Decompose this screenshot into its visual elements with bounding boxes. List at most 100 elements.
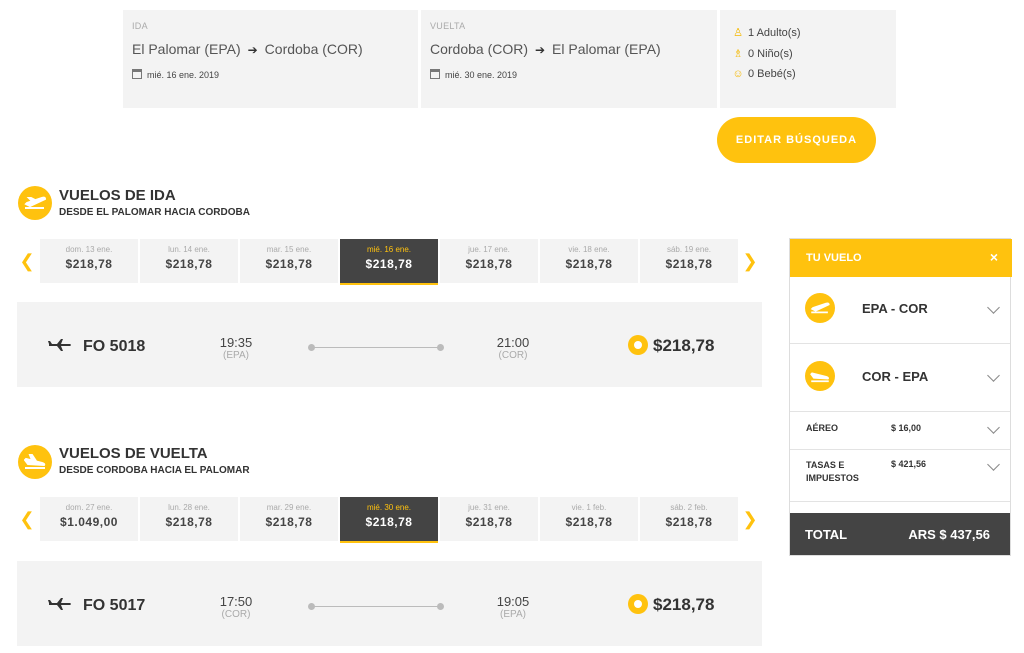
departure-time: 19:35 <box>219 335 253 350</box>
outbound-date-option[interactable]: dom. 13 ene. $218,78 <box>40 239 138 283</box>
return-flight-card[interactable]: FO 5017 17:50 (COR) 19:05 (EPA) $218,78 <box>17 561 762 646</box>
total-label: TOTAL <box>805 527 848 542</box>
date-option-day: mar. 15 ene. <box>266 245 312 254</box>
arrival-airport: (EPA) <box>500 609 526 620</box>
close-icon[interactable]: × <box>990 249 998 265</box>
children-icon: ♗ <box>733 48 743 60</box>
date-option-day: dom. 13 ene. <box>65 245 113 254</box>
return-search-panel: VUELTA Cordoba (COR) ➔ El Palomar (EPA) mi… <box>421 10 717 108</box>
date-option-day: vie. 18 ene. <box>568 245 610 254</box>
outbound-prev-dates-button[interactable]: ❮ <box>17 238 37 284</box>
outbound-date-option[interactable]: jue. 17 ene. $218,78 <box>440 239 538 283</box>
outbound-route: El Palomar (EPA) ➔ Cordoba (COR) <box>132 41 363 57</box>
outbound-date-option[interactable]: sáb. 19 ene. $218,78 <box>640 239 738 283</box>
summary-total: TOTAL ARS $ 437,56 <box>790 513 1010 555</box>
date-option-price: $218,78 <box>165 515 213 529</box>
return-origin: Cordoba (COR) <box>430 41 529 57</box>
outbound-date-option[interactable]: lun. 14 ene. $218,78 <box>140 239 238 283</box>
return-label: VUELTA <box>430 21 466 31</box>
date-option-day: dom. 27 ene. <box>65 503 113 512</box>
air-value: $ 16,00 <box>891 423 922 433</box>
outbound-search-panel: IDA El Palomar (EPA) ➔ Cordoba (COR) mié. … <box>123 10 418 108</box>
return-date-option[interactable]: lun. 28 ene. $218,78 <box>140 497 238 541</box>
outbound-date: mié. 16 ene. 2019 <box>132 69 219 80</box>
arrow-right-icon: ➔ <box>535 43 546 57</box>
route-end-dot <box>437 603 444 610</box>
outbound-flight-number: FO 5018 <box>83 338 146 355</box>
plane-icon <box>48 598 71 610</box>
summary-taxes-row[interactable]: TASAS E IMPUESTOS $ 421,56 <box>790 449 1010 502</box>
taxes-label: TASAS E IMPUESTOS <box>806 459 859 485</box>
departure-airport: (COR) <box>221 609 251 620</box>
segment-route-label: COR - EPA <box>862 369 929 384</box>
return-arrival: 19:05 (EPA) <box>483 594 543 620</box>
outbound-destination: Cordoba (COR) <box>264 41 363 57</box>
return-date: mié. 30 ene. 2019 <box>430 69 517 80</box>
infants-count: ☺ 0 Bebé(s) <box>732 68 796 80</box>
return-date-option[interactable]: vie. 1 feb. $218,78 <box>540 497 638 541</box>
date-option-price: $218,78 <box>365 515 413 529</box>
return-flight-price: $218,78 <box>653 595 715 614</box>
takeoff-icon <box>805 293 835 323</box>
chevron-down-icon[interactable] <box>987 458 1000 471</box>
outbound-date-option[interactable]: vie. 18 ene. $218,78 <box>540 239 638 283</box>
return-fare-radio[interactable] <box>628 594 648 614</box>
departure-airport: (EPA) <box>223 350 249 361</box>
return-date-option[interactable]: jue. 31 ene. $218,78 <box>440 497 538 541</box>
return-date-option[interactable]: dom. 27 ene. $1.049,00 <box>40 497 138 541</box>
infants-text: 0 Bebé(s) <box>748 68 796 80</box>
taxes-label-line2: IMPUESTOS <box>806 473 859 483</box>
outbound-section-subtitle: DESDE EL PALOMAR HACIA CORDOBA <box>59 207 250 218</box>
outbound-flight-price: $218,78 <box>653 336 715 355</box>
outbound-date-option[interactable]: mar. 15 ene. $218,78 <box>240 239 338 283</box>
return-date-option[interactable]: sáb. 2 feb. $218,78 <box>640 497 738 541</box>
children-count: ♗ 0 Niño(s) <box>732 47 793 60</box>
date-option-price: $218,78 <box>65 257 113 271</box>
route-end-dot <box>437 344 444 351</box>
outbound-label: IDA <box>132 21 148 31</box>
return-next-dates-button[interactable]: ❯ <box>740 496 760 542</box>
segment-route-label: EPA - COR <box>862 301 928 316</box>
arrival-time: 19:05 <box>496 594 530 609</box>
arrow-right-icon: ➔ <box>247 43 258 57</box>
date-option-day: jue. 17 ene. <box>468 245 510 254</box>
landing-icon <box>18 445 52 479</box>
date-option-day: sáb. 2 feb. <box>670 503 708 512</box>
children-text: 0 Niño(s) <box>748 48 793 60</box>
date-option-day: vie. 1 feb. <box>571 503 607 512</box>
summary-segment-outbound[interactable]: EPA - COR <box>790 277 1010 344</box>
outbound-next-dates-button[interactable]: ❯ <box>740 238 760 284</box>
date-option-price: $218,78 <box>465 257 513 271</box>
route-line <box>313 606 441 607</box>
return-date-option[interactable]: mar. 29 ene. $218,78 <box>240 497 338 541</box>
summary-segment-return[interactable]: COR - EPA <box>790 343 1010 412</box>
landing-icon <box>805 361 835 391</box>
return-date-option[interactable]: mié. 30 ene. $218,78 <box>340 497 438 543</box>
date-option-day: lun. 14 ene. <box>168 245 210 254</box>
return-section-title: VUELOS DE VUELTA <box>59 445 208 462</box>
outbound-flight-card[interactable]: FO 5018 19:35 (EPA) 21:00 (COR) $218,78 <box>17 302 762 387</box>
chevron-down-icon[interactable] <box>987 301 1000 314</box>
return-date-text: mié. 30 ene. 2019 <box>445 70 518 80</box>
calendar-icon <box>132 69 142 79</box>
date-option-price: $1.049,00 <box>60 515 118 529</box>
chevron-down-icon[interactable] <box>987 421 1000 434</box>
date-option-day: jue. 31 ene. <box>468 503 510 512</box>
outbound-date-option[interactable]: mié. 16 ene. $218,78 <box>340 239 438 285</box>
date-option-price: $218,78 <box>365 257 413 271</box>
date-option-day: mié. 30 ene. <box>366 503 412 512</box>
return-departure: 17:50 (COR) <box>206 594 266 620</box>
chevron-down-icon[interactable] <box>987 369 1000 382</box>
return-section-subtitle: DESDE CORDOBA HACIA EL PALOMAR <box>59 465 250 476</box>
date-option-price: $218,78 <box>165 257 213 271</box>
outbound-fare-radio[interactable] <box>628 335 648 355</box>
return-prev-dates-button[interactable]: ❮ <box>17 496 37 542</box>
return-flight-number: FO 5017 <box>83 597 146 614</box>
route-line <box>313 347 441 348</box>
date-option-price: $218,78 <box>565 515 613 529</box>
date-option-price: $218,78 <box>265 257 313 271</box>
summary-air-row[interactable]: AÉREO $ 16,00 <box>790 411 1010 450</box>
date-option-day: mié. 16 ene. <box>366 245 412 254</box>
edit-search-button[interactable]: EDITAR BÚSQUEDA <box>717 117 876 163</box>
calendar-icon <box>430 69 440 79</box>
